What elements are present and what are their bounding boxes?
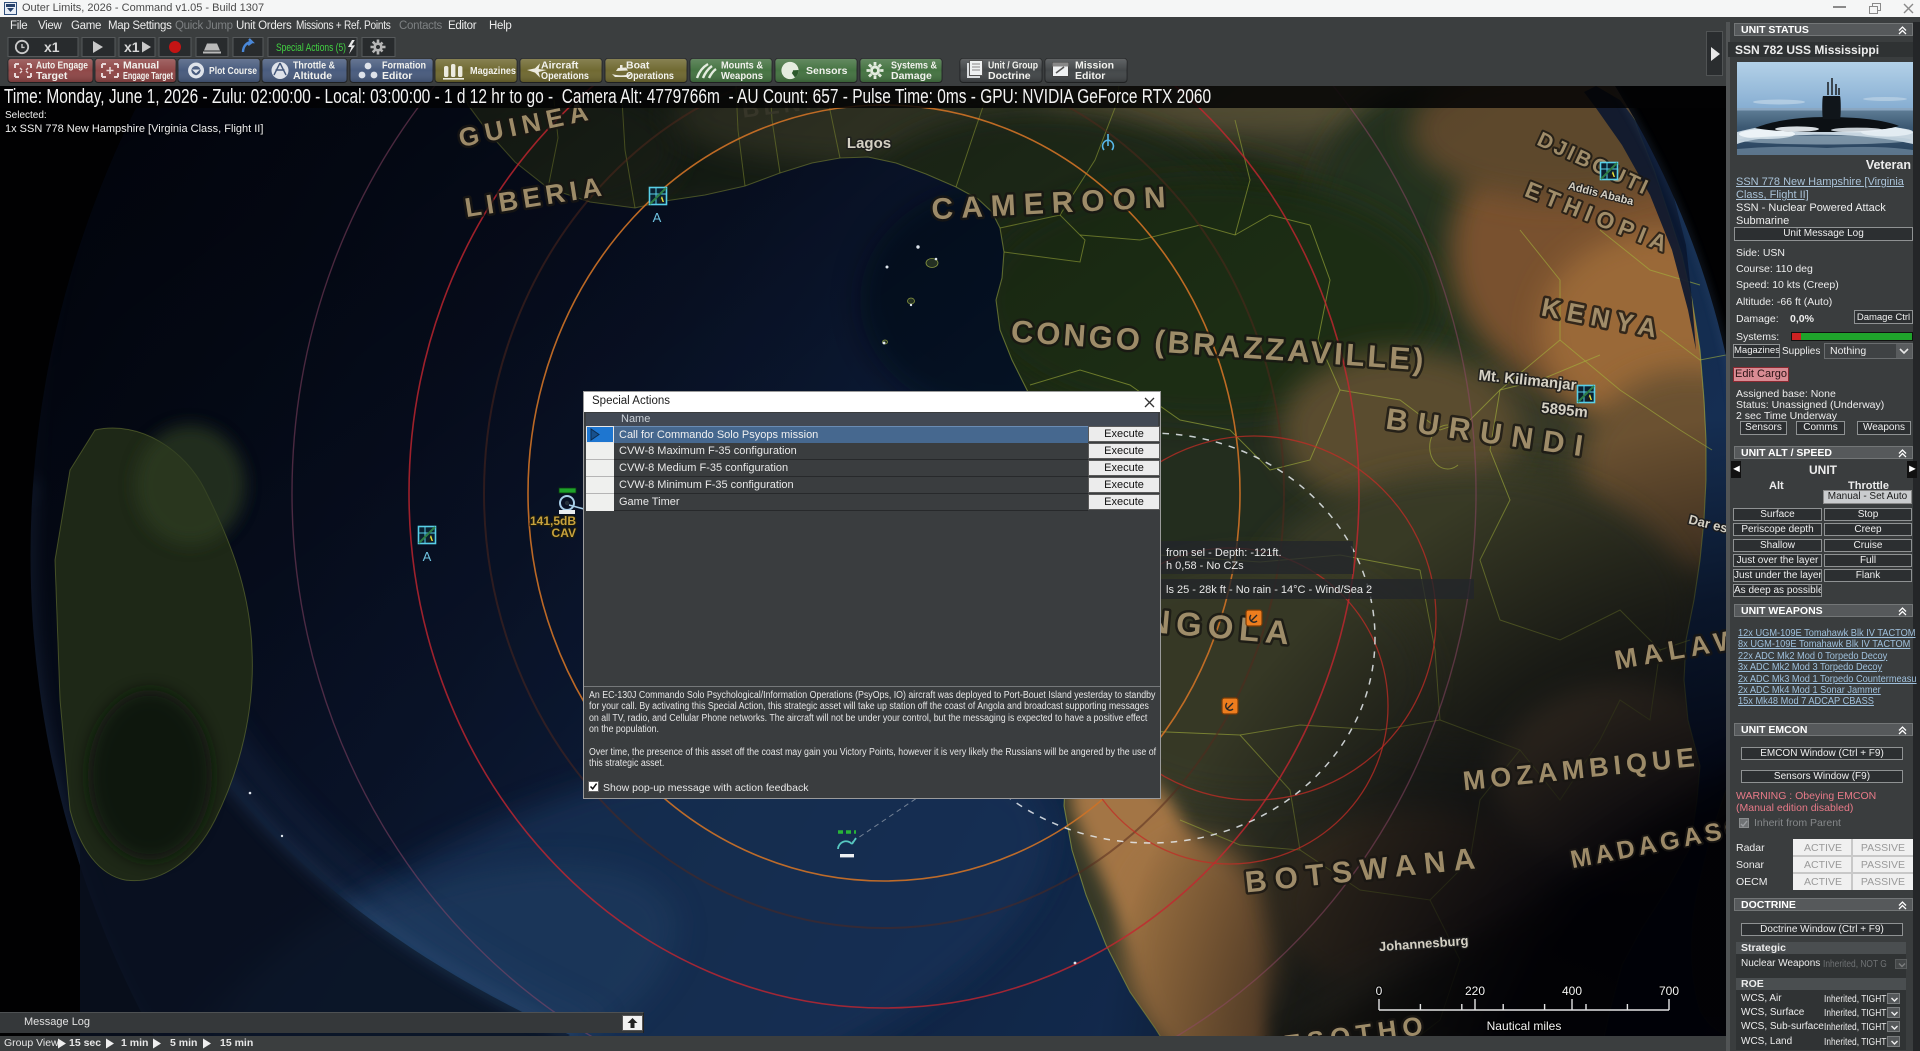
svg-text:Operations: Operations [541,70,589,82]
svg-text:h 0,58 - No CZs: h 0,58 - No CZs [1166,560,1244,572]
svg-text:Doctrine: Doctrine [988,70,1031,82]
svg-text:from sel - Depth: -121ft.: from sel - Depth: -121ft. [1166,547,1282,559]
svg-text:CAV: CAV [552,526,576,540]
svg-text:Magazines: Magazines [470,65,516,77]
svg-text:Sensors: Sensors [806,65,848,77]
svg-text:Target: Target [36,70,68,82]
svg-text:220: 220 [1465,984,1485,998]
svg-text:700: 700 [1659,984,1679,998]
svg-text:Editor: Editor [382,70,412,82]
svg-text:Plot Course: Plot Course [209,65,257,77]
svg-text:Special Actions (5): Special Actions (5) [276,42,346,54]
svg-text:ls 25 - 28k ft - No rain - 14°: ls 25 - 28k ft - No rain - 14°C - Wind/S… [1166,584,1372,596]
svg-text:Damage: Damage [891,70,932,82]
svg-text:Nautical miles: Nautical miles [1487,1019,1562,1033]
svg-text:0: 0 [1376,984,1383,998]
svg-text:Editor: Editor [1075,70,1105,82]
svg-text:Operations: Operations [626,70,674,82]
svg-text:Weapons: Weapons [721,70,763,82]
svg-text:A: A [653,210,662,225]
svg-text:x1: x1 [44,39,60,55]
svg-text:Altitude: Altitude [293,70,332,82]
svg-text:Lagos: Lagos [847,135,891,152]
svg-text:A: A [423,549,432,564]
svg-text:Engage Target: Engage Target [123,70,173,82]
svg-text:400: 400 [1562,984,1582,998]
svg-text:x1: x1 [124,39,140,55]
